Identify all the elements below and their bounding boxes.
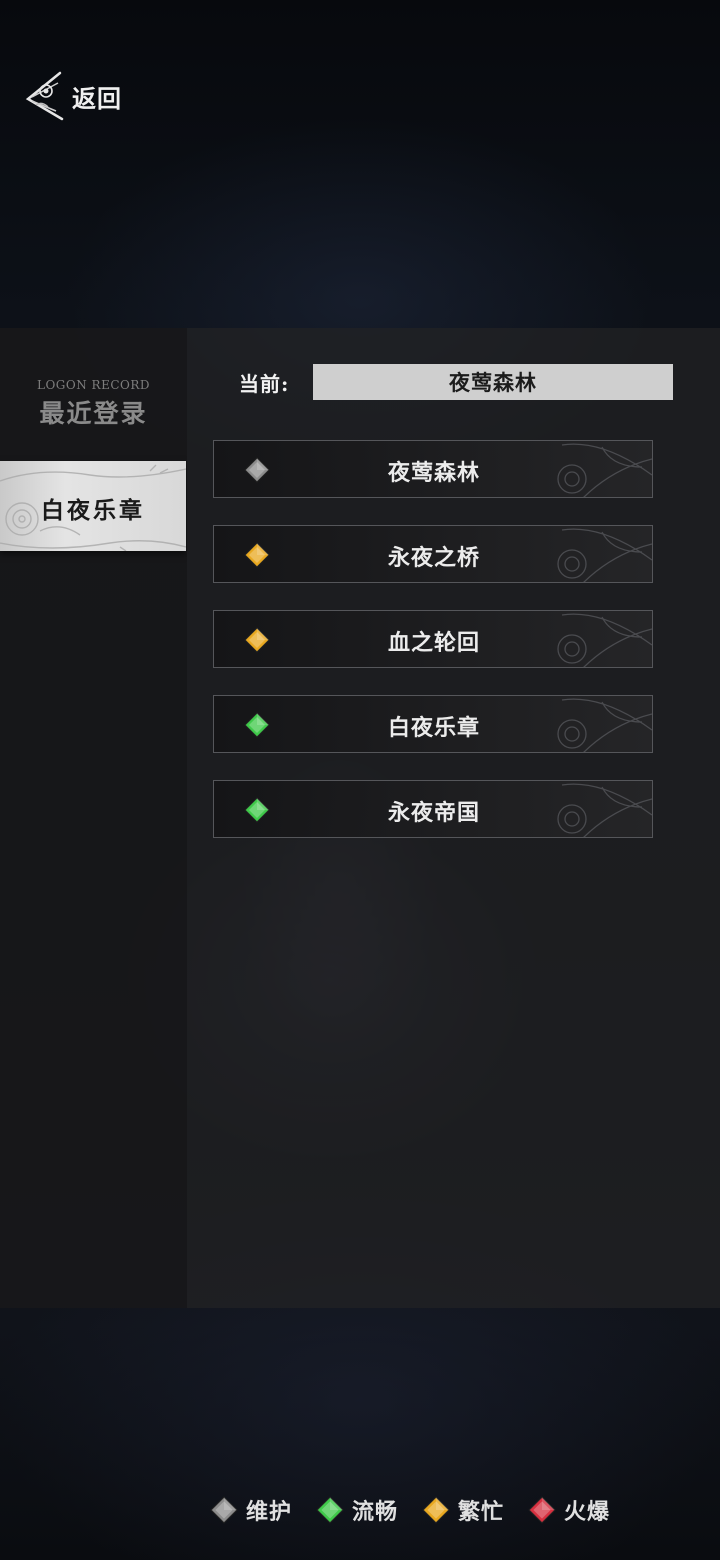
legend-label: 流畅 xyxy=(352,1499,399,1525)
server-item[interactable]: 夜莺森林 xyxy=(213,440,653,498)
server-item[interactable]: 血之轮回 xyxy=(213,610,653,668)
server-name: 永夜帝国 xyxy=(387,800,480,826)
legend-item-hot: 火爆 xyxy=(528,1494,610,1526)
legend-item-maintenance: 维护 xyxy=(210,1494,292,1526)
busy-gem-icon xyxy=(422,1496,450,1524)
server-name: 白夜乐章 xyxy=(387,715,480,741)
hot-gem-icon xyxy=(528,1496,556,1524)
back-label: 返回 xyxy=(72,83,122,113)
legend-item-smooth: 流畅 xyxy=(316,1494,398,1526)
current-server-field: 夜莺森林 xyxy=(313,364,673,400)
maintenance-gem-icon xyxy=(210,1496,238,1524)
rose-back-icon xyxy=(25,71,64,121)
server-item[interactable]: 白夜乐章 xyxy=(213,695,653,753)
legend-label: 繁忙 xyxy=(458,1499,505,1525)
legend-label: 维护 xyxy=(246,1499,293,1525)
sidebar: LOGON RECORD 最近登录 白夜乐章 xyxy=(0,328,187,1308)
smooth-gem-icon xyxy=(316,1496,344,1524)
status-legend: 维护 流畅 繁忙 火爆 xyxy=(210,1494,634,1526)
recent-server-label: 白夜乐章 xyxy=(41,497,145,524)
server-name: 永夜之桥 xyxy=(387,545,480,571)
recent-server-item[interactable]: 白夜乐章 xyxy=(0,461,186,551)
legend-item-busy: 繁忙 xyxy=(422,1494,504,1526)
logon-record-title-en: LOGON RECORD xyxy=(36,378,150,392)
server-name: 血之轮回 xyxy=(387,630,480,656)
logon-record-title: 最近登录 xyxy=(39,399,148,428)
server-select-panel: LOGON RECORD 最近登录 白夜乐章 当前: 夜莺森林 夜莺森林永夜之桥… xyxy=(0,328,720,1308)
server-list-area: 当前: 夜莺森林 夜莺森林永夜之桥血之轮回白夜乐章永夜帝国 xyxy=(187,328,720,1308)
server-item[interactable]: 永夜帝国 xyxy=(213,780,653,838)
back-button[interactable]: 返回 xyxy=(22,66,122,126)
server-item[interactable]: 永夜之桥 xyxy=(213,525,653,583)
legend-label: 火爆 xyxy=(564,1499,611,1525)
server-name: 夜莺森林 xyxy=(387,460,480,486)
current-label: 当前: xyxy=(239,372,290,396)
